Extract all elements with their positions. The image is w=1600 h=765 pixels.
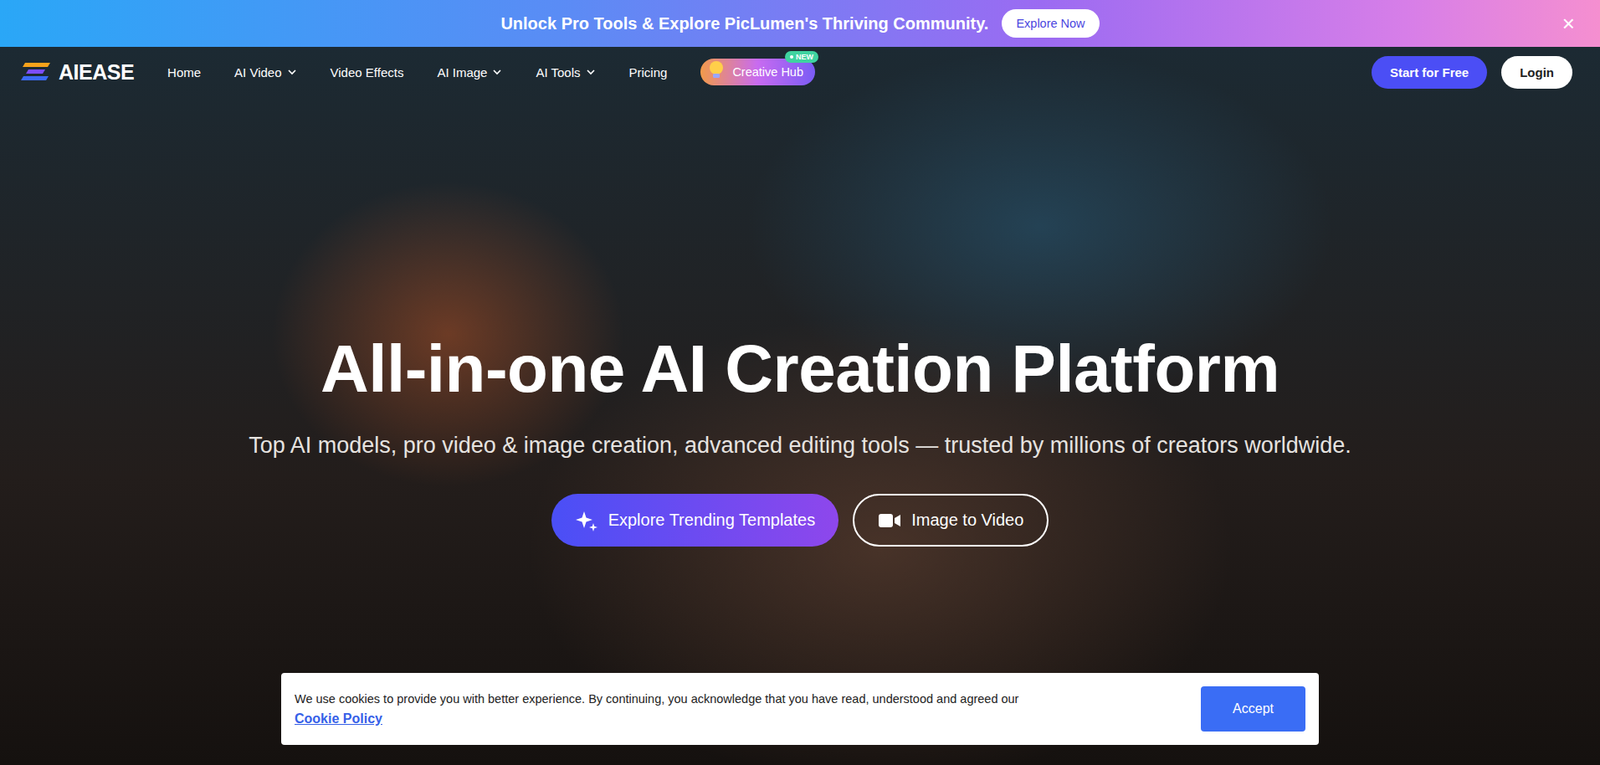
nav-item[interactable]: Video Effects (330, 65, 405, 80)
logo-text: AIEASE (58, 60, 134, 85)
sparkle-icon (574, 508, 599, 533)
cookie-policy-link[interactable]: Cookie Policy (294, 708, 383, 729)
nav-menu: Home AI Video Video Effects AI Image AI … (167, 58, 816, 86)
hero-section: AIEASE Home AI Video Video Effects AI Im… (0, 46, 1600, 765)
nav-item[interactable]: AI Tools (535, 65, 595, 80)
logo[interactable]: AIEASE (20, 60, 134, 85)
cookie-text: We use cookies to provide you with bette… (294, 688, 1185, 729)
explore-now-button[interactable]: Explore Now (1001, 9, 1099, 38)
video-camera-icon (877, 511, 902, 530)
nav-item[interactable]: Home (167, 65, 201, 80)
logo-icon (20, 61, 54, 83)
cookie-banner: We use cookies to provide you with bette… (281, 672, 1319, 745)
nav-item[interactable]: AI Image (436, 65, 503, 80)
promo-banner: Unlock Pro Tools & Explore PicLumen's Th… (0, 0, 1600, 47)
lightbulb-icon (705, 58, 728, 81)
nav-actions: Start for Free Login (1371, 56, 1573, 89)
close-button[interactable]: × (1557, 10, 1580, 36)
hero-title: All-in-one AI Creation Platform (320, 331, 1280, 407)
chevron-down-icon (492, 66, 503, 77)
chevron-down-icon (287, 66, 298, 77)
navbar: AIEASE Home AI Video Video Effects AI Im… (0, 46, 1600, 98)
nav-item[interactable]: Pricing (629, 65, 668, 80)
nav-button[interactable]: Start for Free (1371, 56, 1488, 89)
chevron-down-icon (585, 66, 596, 77)
page: Unlock Pro Tools & Explore PicLumen's Th… (0, 0, 1600, 765)
creative-hub-button[interactable]: Creative Hub NEW (700, 58, 816, 86)
nav-item[interactable]: AI Video (234, 65, 297, 80)
hero-button[interactable]: Explore Trending Templates (551, 493, 840, 547)
hero-content: All-in-one AI Creation Platform Top AI m… (0, 97, 1600, 547)
hero-button[interactable]: Image to Video (852, 493, 1049, 547)
accept-button[interactable]: Accept (1200, 686, 1306, 732)
hero-subtitle: Top AI models, pro video & image creatio… (248, 430, 1352, 461)
hero-actions: Explore Trending Templates Image to Vide… (551, 493, 1050, 547)
new-badge: NEW (784, 51, 819, 63)
promo-text: Unlock Pro Tools & Explore PicLumen's Th… (500, 14, 989, 34)
nav-button[interactable]: Login (1501, 56, 1573, 89)
